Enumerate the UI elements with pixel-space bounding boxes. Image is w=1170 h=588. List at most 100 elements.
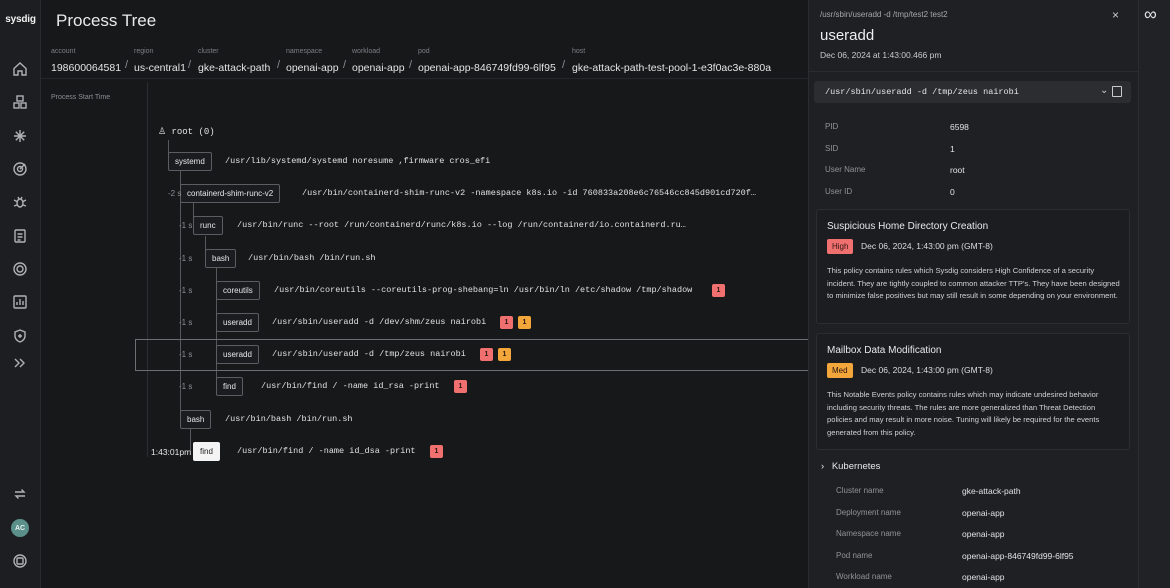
context-pod[interactable]: pod openai-app-846749fd99-6lf95: [418, 48, 556, 76]
page-title: Process Tree: [56, 11, 157, 30]
logo[interactable]: sysdig: [0, 14, 41, 25]
process-node-useradd[interactable]: useradd: [216, 313, 259, 332]
process-command: /usr/bin/bash /bin/run.sh: [248, 253, 376, 263]
k8s-field-value: openai-app-846749fd99-6lf95: [962, 550, 1074, 561]
time-axis-line: [147, 82, 148, 457]
policy-event-card[interactable]: Mailbox Data Modification Med Dec 06, 2024…: [816, 333, 1130, 450]
process-command: /usr/lib/systemd/systemd noresume ,firmw…: [225, 156, 491, 166]
detail-panel: /usr/sbin/useradd -d /tmp/test2 test2 × …: [808, 0, 1139, 588]
process-start-offset: -1 s: [179, 382, 193, 391]
process-node-find[interactable]: find: [193, 442, 220, 461]
process-node-bash[interactable]: bash: [180, 410, 212, 429]
process-start-time-label: Process Start Time: [51, 94, 111, 101]
root-node[interactable]: ♙ root (0): [158, 127, 215, 137]
severity-badge-med[interactable]: 1: [518, 316, 531, 329]
process-command: /usr/sbin/useradd -d /dev/shm/zeus nairo…: [272, 317, 487, 327]
context-namespace[interactable]: namespace openai-app: [286, 48, 339, 76]
event-description: This Notable Events policy contains rule…: [827, 390, 1100, 437]
process-command: /usr/bin/find / -name id_rsa -print: [261, 381, 440, 391]
process-start-offset: -1 s: [179, 221, 193, 230]
chevron-right-icon: ›: [821, 461, 825, 472]
severity-badge-high[interactable]: 1: [430, 445, 443, 458]
help-icon[interactable]: [10, 551, 30, 571]
copy-icon[interactable]: [1112, 86, 1122, 97]
chevron-down-icon[interactable]: ⌄: [1100, 85, 1108, 96]
process-date: Dec 06, 2024 at 1:43:00.466 pm: [820, 50, 942, 60]
selected-row-highlight: [135, 339, 808, 371]
k8s-field-value: openai-app: [962, 529, 1005, 539]
process-start-offset: -1 s: [179, 286, 193, 295]
context-region: region us-central1: [134, 48, 186, 74]
process-node-runc[interactable]: runc: [193, 216, 223, 235]
vulnerabilities-icon[interactable]: [10, 192, 30, 212]
severity-badge-high[interactable]: 1: [454, 380, 467, 393]
process-title: useradd: [820, 27, 875, 44]
expand-icon[interactable]: [10, 353, 30, 373]
process-start-offset: -2 s: [168, 189, 182, 198]
k8s-field-value: gke-attack-path: [962, 486, 1021, 496]
policies-icon[interactable]: [10, 259, 30, 279]
detail-value: 0: [950, 186, 955, 197]
avatar[interactable]: AC: [11, 519, 29, 537]
command-box[interactable]: /usr/sbin/useradd -d /tmp/zeus nairobi ⌄: [814, 81, 1131, 103]
process-start-offset: -1 s: [179, 254, 193, 263]
close-icon[interactable]: ×: [1112, 8, 1119, 22]
process-command: /usr/bin/coreutils --coreutils-prog-sheb…: [274, 285, 693, 295]
detail-value: root: [950, 165, 965, 175]
threats-icon[interactable]: [10, 126, 30, 146]
process-node-coreutils[interactable]: coreutils: [216, 281, 260, 300]
context-host[interactable]: host gke-attack-path-test-pool-1-e3f0ac3e…: [572, 48, 771, 76]
policy-event-card[interactable]: Suspicious Home Directory Creation High De…: [816, 209, 1130, 324]
home-icon[interactable]: [10, 59, 30, 79]
event-time: Dec 06, 2024, 1:43:00 pm (GMT-8): [861, 241, 993, 251]
severity-badge-high[interactable]: 1: [712, 284, 725, 297]
process-start-offset: 1:43:01pm: [151, 447, 192, 457]
process-command: /usr/bin/runc --root /run/containerd/run…: [237, 220, 686, 230]
context-account: account 198600064581: [51, 48, 122, 74]
severity-tag: High: [827, 239, 854, 254]
detail-key: SID: [825, 143, 839, 153]
k8s-field-key: Deployment name: [836, 507, 901, 517]
header-divider: [41, 78, 808, 79]
user-icon: ♙: [158, 127, 167, 137]
kubernetes-section-toggle[interactable]: › Kubernetes: [821, 461, 880, 472]
infinity-icon[interactable]: ∞: [1144, 4, 1157, 25]
inventory-icon[interactable]: [10, 92, 30, 112]
process-command: /usr/bin/find / -name id_dsa -print: [237, 446, 416, 456]
process-path: /usr/sbin/useradd -d /tmp/test2 test2: [820, 10, 948, 19]
compliance-icon[interactable]: [10, 226, 30, 246]
shield-icon[interactable]: [10, 326, 30, 346]
event-description: This policy contains rules which Sysdig …: [827, 266, 1120, 300]
integrations-icon[interactable]: [10, 484, 30, 504]
k8s-field-key: Workload name: [836, 572, 892, 581]
detail-key: PID: [825, 122, 839, 131]
severity-badge-high[interactable]: 1: [500, 316, 513, 329]
k8s-field-key: Namespace name: [836, 529, 901, 538]
event-title: Suspicious Home Directory Creation: [827, 221, 989, 232]
process-node-bash[interactable]: bash: [205, 249, 237, 268]
event-title: Mailbox Data Modification: [827, 345, 942, 356]
command-text: /usr/sbin/useradd -d /tmp/zeus nairobi: [825, 87, 1019, 97]
k8s-field-value: openai-app: [962, 507, 1005, 518]
process-start-offset: -1 s: [179, 318, 193, 327]
left-nav: sysdig AC: [0, 0, 41, 588]
process-node-containerd-shim-runc-v2[interactable]: containerd-shim-runc-v2: [180, 184, 281, 203]
event-time: Dec 06, 2024, 1:43:00 pm (GMT-8): [861, 365, 993, 375]
process-command: /usr/bin/bash /bin/run.sh: [225, 414, 353, 424]
detail-key: User Name: [825, 165, 866, 174]
detail-value: 1: [950, 143, 955, 154]
k8s-field-key: Cluster name: [836, 486, 884, 495]
k8s-field-key: Pod name: [836, 550, 873, 560]
reports-icon[interactable]: [10, 292, 30, 312]
assistant-strip: ∞: [1138, 0, 1170, 588]
detail-value: 6598: [950, 122, 969, 132]
process-node-find[interactable]: find: [216, 377, 243, 396]
context-workload[interactable]: workload openai-app: [352, 48, 405, 76]
process-command: /usr/bin/containerd-shim-runc-v2 -namesp…: [302, 188, 756, 198]
detail-key: User ID: [825, 186, 853, 196]
severity-tag: Med: [827, 363, 853, 378]
k8s-field-value: openai-app: [962, 572, 1005, 582]
context-cluster[interactable]: cluster gke-attack-path: [198, 48, 270, 76]
process-node-systemd[interactable]: systemd: [168, 152, 212, 171]
risk-icon[interactable]: [10, 159, 30, 179]
